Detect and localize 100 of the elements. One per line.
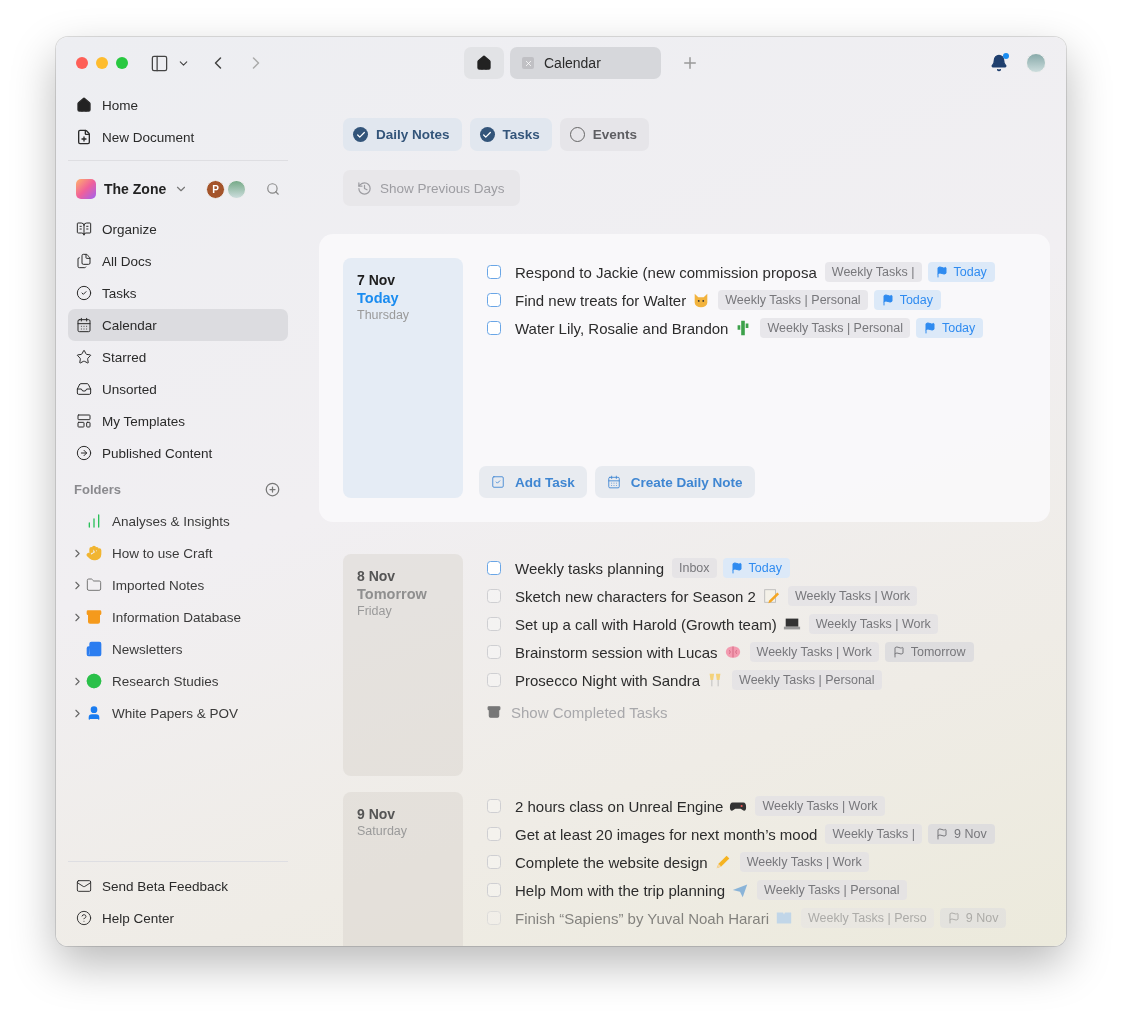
folder-icon: [86, 577, 102, 593]
task-tag[interactable]: Weekly Tasks | Work: [808, 614, 938, 634]
maximize-button[interactable]: [116, 57, 128, 69]
sidebar-item[interactable]: My Templates: [68, 405, 288, 437]
sidebar-item[interactable]: Tasks: [68, 277, 288, 309]
task-tag[interactable]: Weekly Tasks |: [824, 262, 922, 282]
checkbox-icon: [491, 475, 505, 489]
task-checkbox[interactable]: [487, 855, 501, 869]
archive-box-icon: [487, 705, 501, 719]
flag-icon: [947, 912, 960, 924]
calendar-icon: [606, 475, 621, 489]
sidebar-item[interactable]: Home: [68, 89, 288, 121]
filter-chip[interactable]: Daily Notes: [343, 118, 462, 151]
flag-icon: [936, 828, 949, 840]
task-tag[interactable]: Weekly Tasks | Work: [755, 796, 885, 816]
book-icon: [76, 221, 92, 237]
task-title[interactable]: Water Lily, Rosalie and Brandon: [515, 319, 729, 337]
task-checkbox[interactable]: [487, 799, 501, 813]
sidebar-item[interactable]: Published Content: [68, 437, 288, 469]
space-name[interactable]: The Zone: [104, 181, 167, 197]
check-circle-icon: [353, 127, 368, 142]
sidebar-item[interactable]: Help Center: [68, 902, 288, 934]
sidebar-item[interactable]: New Document: [68, 121, 288, 153]
task-checkbox[interactable]: [487, 589, 501, 603]
task-checkbox[interactable]: [487, 321, 501, 335]
arrow-circle-icon: [76, 445, 92, 461]
template-icon: [76, 413, 92, 429]
folder-item[interactable]: Research Studies: [68, 665, 288, 697]
task-tag[interactable]: Inbox: [671, 558, 717, 578]
home-tab[interactable]: [464, 47, 504, 79]
task-title[interactable]: Set up a call with Harold (Growth team): [515, 615, 777, 633]
house-icon: [76, 97, 92, 113]
task-checkbox[interactable]: [487, 293, 501, 307]
task-tag[interactable]: Weekly Tasks |: [825, 824, 923, 844]
folder-item[interactable]: Analyses & Insights: [68, 505, 288, 537]
new-tab-icon[interactable]: [681, 54, 699, 72]
task-tag[interactable]: Weekly Tasks | Work: [739, 852, 869, 872]
add-folder-icon[interactable]: [265, 481, 280, 497]
task-checkbox[interactable]: [487, 827, 501, 841]
task-title[interactable]: Get at least 20 images for next month’s mood: [515, 825, 818, 843]
filter-chip[interactable]: Tasks: [469, 118, 552, 151]
sidebar-item[interactable]: Calendar: [68, 309, 288, 341]
member-avatar: P: [206, 179, 225, 199]
sidebar-item[interactable]: Send Beta Feedback: [68, 870, 288, 902]
sidebar-item[interactable]: Starred: [68, 341, 288, 373]
task-title[interactable]: Prosecco Night with Sandra: [515, 671, 701, 689]
bar-chart-icon: [86, 513, 102, 529]
sidebar-item[interactable]: All Docs: [68, 245, 288, 277]
close-tab-icon[interactable]: [522, 57, 534, 69]
task-tag[interactable]: Weekly Tasks | Personal: [732, 670, 882, 690]
flag-icon: [935, 266, 948, 278]
house-icon: [476, 55, 492, 71]
sidebar-item[interactable]: Organize: [68, 213, 288, 245]
folder-item[interactable]: Information Database: [68, 601, 288, 633]
sidebar-toggle-icon[interactable]: [150, 53, 169, 73]
task-title[interactable]: Complete the website design: [515, 853, 708, 871]
filter-chip[interactable]: Events: [559, 118, 650, 151]
waving-hand-icon: [86, 545, 102, 561]
user-avatar[interactable]: [1026, 53, 1046, 73]
help-icon: [76, 910, 92, 926]
folder-item[interactable]: Imported Notes: [68, 569, 288, 601]
task-checkbox[interactable]: [487, 645, 501, 659]
section-heading: Folders: [74, 481, 121, 497]
task-tag[interactable]: Weekly Tasks | Work: [749, 642, 879, 662]
task-checkbox[interactable]: [487, 561, 501, 575]
calendar-icon: [76, 317, 92, 333]
date-label: 9 Nov: [357, 806, 397, 822]
weekday-label: Thursday: [357, 308, 411, 322]
task-title[interactable]: Sketch new characters for Season 2: [515, 587, 756, 605]
memo-icon: [761, 587, 780, 605]
close-button[interactable]: [76, 57, 88, 69]
history-icon: [357, 180, 372, 196]
task-tag[interactable]: Weekly Tasks | Personal: [718, 290, 868, 310]
search-icon[interactable]: [266, 182, 280, 196]
folder-item[interactable]: How to use Craft: [68, 537, 288, 569]
task-title[interactable]: Brainstorm session with Lucas: [515, 643, 718, 661]
envelope-icon: [76, 878, 92, 894]
folder-item[interactable]: White Papers & POV: [68, 697, 288, 729]
flag-icon: [881, 294, 894, 306]
sidebar-item[interactable]: Unsorted: [68, 373, 288, 405]
task-tag[interactable]: Weekly Tasks | Personal: [757, 880, 907, 900]
notification-bell-icon[interactable]: [990, 54, 1008, 72]
folder-item[interactable]: Newsletters: [68, 633, 288, 665]
task-title[interactable]: Find new treats for Walter: [515, 291, 687, 309]
task-title[interactable]: 2 hours class on Unreal Engine: [515, 797, 724, 815]
task-checkbox[interactable]: [487, 673, 501, 687]
task-tag[interactable]: Weekly Tasks | Personal: [760, 318, 910, 338]
minimize-button[interactable]: [96, 57, 108, 69]
flag-icon: [892, 646, 905, 658]
task-title[interactable]: Weekly tasks planning: [515, 559, 664, 577]
document-tab[interactable]: Calendar: [510, 47, 661, 79]
task-tag[interactable]: Weekly Tasks | Work: [787, 586, 918, 606]
new-document-icon: [76, 129, 92, 145]
task-title[interactable]: Help Mom with the trip planning: [515, 881, 726, 899]
task-checkbox[interactable]: [487, 883, 501, 897]
task-checkbox[interactable]: [487, 265, 501, 279]
task-checkbox[interactable]: [487, 617, 501, 631]
flag-icon: [923, 322, 936, 334]
task-title[interactable]: Respond to Jackie (new commission proposa: [515, 263, 817, 281]
weekday-label: Saturday: [357, 824, 409, 838]
